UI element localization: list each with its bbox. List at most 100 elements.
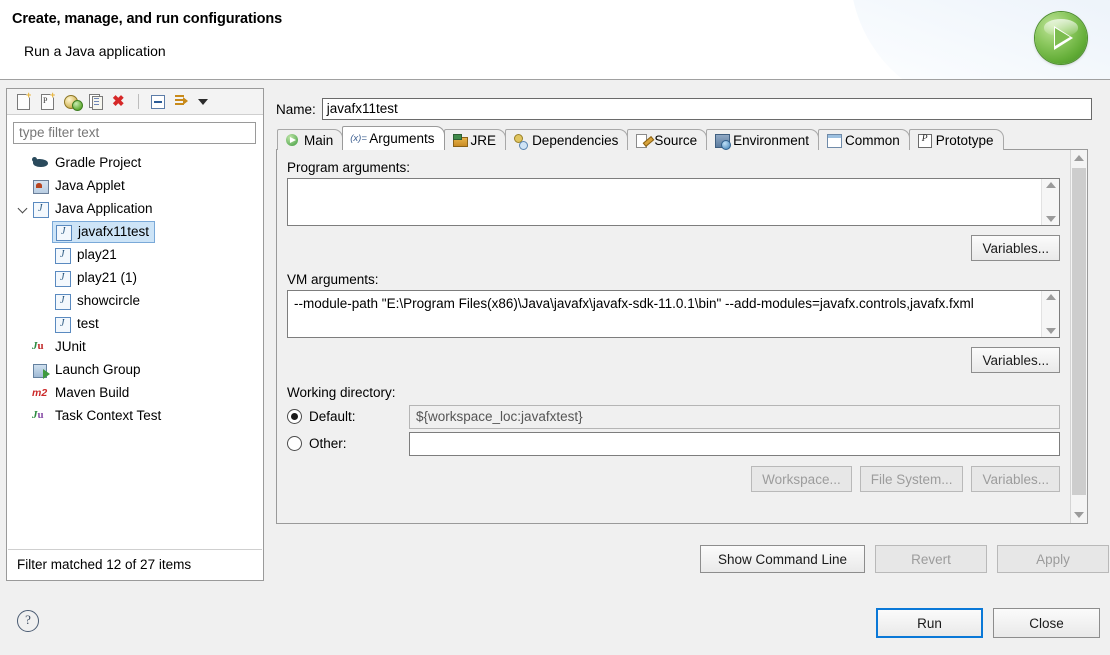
name-row: Name: javafx11test <box>276 98 1092 120</box>
tree-item-java-application[interactable]: Java Application <box>8 197 262 220</box>
chevron-down-icon[interactable] <box>1045 216 1056 222</box>
program-arguments-scrollbar[interactable] <box>1041 179 1059 225</box>
scrollbar-thumb[interactable] <box>1072 168 1086 495</box>
tab-environment[interactable]: Environment <box>706 129 819 150</box>
working-directory-variables-button[interactable]: Variables... <box>971 466 1060 492</box>
program-arguments-label: Program arguments: <box>287 160 411 175</box>
page-subtitle: Run a Java application <box>24 43 166 59</box>
tree-item-launch-group[interactable]: Launch Group <box>8 358 262 381</box>
tree-item-label: Launch Group <box>55 361 141 377</box>
tab-source[interactable]: Source <box>627 129 708 150</box>
apply-button[interactable]: Apply <box>997 545 1109 573</box>
filter-status-text: Filter matched 12 of 27 items <box>8 549 262 579</box>
scroll-up-icon[interactable] <box>1071 150 1087 166</box>
filter-input[interactable]: type filter text <box>13 122 256 144</box>
new-prototype-icon[interactable]: P + <box>38 91 57 111</box>
tree-item-play21-1[interactable]: play21 (1) <box>8 266 262 289</box>
default-radio[interactable] <box>287 409 302 424</box>
arguments-tab-panel: Program arguments: Variables... VM argum… <box>276 149 1088 524</box>
workspace-button[interactable]: Workspace... <box>751 466 852 492</box>
tab-label: Environment <box>733 132 809 148</box>
chevron-down-icon[interactable] <box>1045 328 1056 334</box>
java-application-icon <box>54 270 72 287</box>
java-applet-icon <box>32 178 50 194</box>
scroll-down-icon[interactable] <box>1071 507 1087 523</box>
action-buttons: Show Command Line Revert Apply <box>700 545 1109 573</box>
chevron-down-icon[interactable] <box>16 201 32 217</box>
configurations-tree-panel: + P+ ✖ type filter text Gradle Project <box>6 88 264 581</box>
java-application-icon <box>55 224 73 241</box>
tree-item-test[interactable]: test <box>8 312 262 335</box>
name-input[interactable]: javafx11test <box>321 98 1092 120</box>
task-context-test-icon: Ju <box>32 408 44 421</box>
dependencies-tab-icon <box>513 133 529 150</box>
tree-item-task-context-test[interactable]: Ju Task Context Test <box>8 404 262 427</box>
junit-icon: Ju <box>32 339 44 352</box>
tab-label: Source <box>654 132 698 148</box>
tree-item-label: JUnit <box>55 338 86 354</box>
filter-icon[interactable] <box>172 92 191 111</box>
configuration-tabs: Main (x)= Arguments JRE Dependencies Sou… <box>277 126 1004 150</box>
tree-item-label: play21 (1) <box>77 269 138 285</box>
tab-common[interactable]: Common <box>817 129 910 150</box>
vm-arguments-variables-button[interactable]: Variables... <box>971 347 1060 373</box>
tab-prototype[interactable]: Prototype <box>908 129 1004 150</box>
chevron-up-icon[interactable] <box>1045 182 1056 188</box>
vm-arguments-label: VM arguments: <box>287 272 379 287</box>
new-configuration-icon[interactable]: + <box>14 91 33 111</box>
common-tab-icon <box>826 133 842 148</box>
page-title: Create, manage, and run configurations <box>12 11 283 27</box>
show-command-line-button[interactable]: Show Command Line <box>700 545 865 573</box>
tab-dependencies[interactable]: Dependencies <box>505 129 629 150</box>
jre-tab-icon <box>452 133 468 147</box>
java-application-icon <box>54 293 72 310</box>
program-arguments-input[interactable] <box>287 178 1060 226</box>
tree-item-maven-build[interactable]: m2 Maven Build <box>8 381 262 404</box>
default-label: Default: <box>309 409 356 424</box>
tree-item-label: Java Applet <box>55 177 125 193</box>
chevron-up-icon[interactable] <box>1045 294 1056 300</box>
dialog-header-banner: Create, manage, and run configurations R… <box>0 0 1110 80</box>
vm-arguments-scrollbar[interactable] <box>1041 291 1059 337</box>
delete-icon[interactable]: ✖ <box>110 92 129 111</box>
program-arguments-variables-button[interactable]: Variables... <box>971 235 1060 261</box>
arguments-tab-icon: (x)= <box>350 132 367 144</box>
other-directory-input[interactable] <box>409 431 1060 456</box>
tab-main[interactable]: Main <box>277 129 344 150</box>
vm-arguments-input[interactable]: --module-path "E:\Program Files(x86)\Jav… <box>287 290 1060 338</box>
view-menu-icon[interactable] <box>198 98 208 105</box>
tree-item-label: play21 <box>77 246 117 262</box>
prototype-tab-icon <box>917 133 932 148</box>
toolbar-divider <box>138 94 139 109</box>
collapse-all-icon[interactable] <box>148 92 167 111</box>
java-application-icon <box>54 247 72 264</box>
tree-toolbar: + P + ✖ <box>7 89 263 115</box>
other-label: Other: <box>309 436 347 451</box>
tree-item-gradle-project[interactable]: Gradle Project <box>8 151 262 174</box>
tree-item-label: Maven Build <box>55 384 130 400</box>
launch-group-icon <box>32 362 50 379</box>
maven-icon: m2 <box>32 386 48 399</box>
help-icon[interactable]: ? <box>17 610 39 632</box>
tree-item-showcircle[interactable]: showcircle <box>8 289 262 312</box>
duplicate-icon[interactable] <box>86 92 105 111</box>
file-system-button[interactable]: File System... <box>859 466 964 492</box>
tree-item-play21[interactable]: play21 <box>8 243 262 266</box>
run-button[interactable]: Run <box>876 608 983 638</box>
tree-item-junit[interactable]: Ju JUnit <box>8 335 262 358</box>
configurations-tree[interactable]: Gradle Project Java Applet Java Applicat… <box>8 151 262 549</box>
tab-arguments[interactable]: (x)= Arguments <box>342 126 445 150</box>
tree-item-label: Gradle Project <box>55 154 142 170</box>
other-radio[interactable] <box>287 436 302 451</box>
tab-panel-scrollbar[interactable] <box>1070 150 1087 523</box>
close-button[interactable]: Close <box>993 608 1100 638</box>
tree-item-javafx11test[interactable]: javafx11test <box>8 220 262 243</box>
working-directory-other-row[interactable]: Other: <box>287 430 1060 457</box>
revert-button[interactable]: Revert <box>875 545 987 573</box>
export-run-icon[interactable] <box>62 92 83 111</box>
tree-item-label: Java Application <box>55 200 153 216</box>
tab-jre[interactable]: JRE <box>443 129 507 150</box>
scrollbar-track[interactable] <box>1071 166 1087 507</box>
tree-item-java-applet[interactable]: Java Applet <box>8 174 262 197</box>
working-directory-default-row[interactable]: Default: ${workspace_loc:javafxtest} <box>287 403 1060 430</box>
